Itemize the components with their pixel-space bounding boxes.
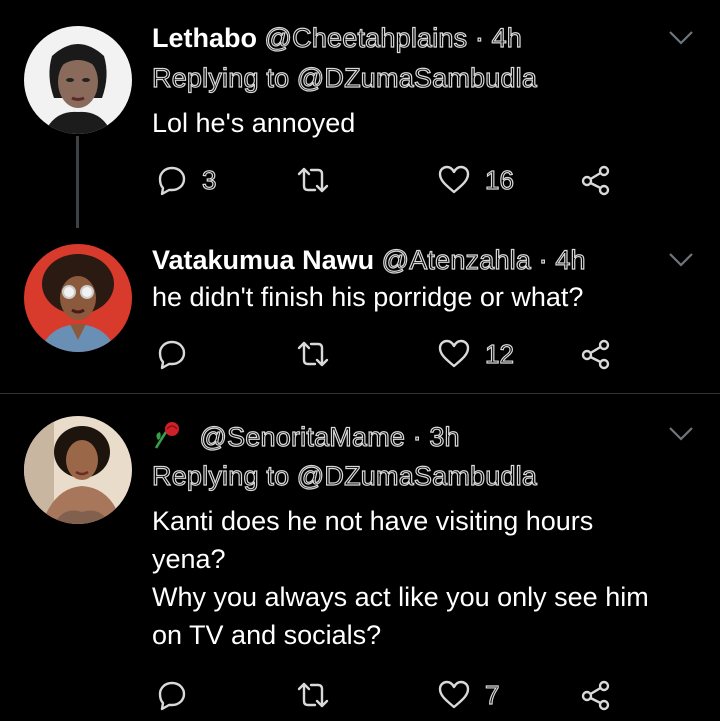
user-handle[interactable]: @Atenzahla bbox=[381, 244, 531, 275]
share-icon bbox=[581, 680, 610, 711]
share-icon bbox=[581, 165, 610, 196]
reply-count: 3 bbox=[201, 164, 217, 195]
heart-icon bbox=[438, 165, 470, 194]
tweet-actions: 3 16 bbox=[152, 160, 632, 200]
retweet-icon bbox=[297, 167, 329, 193]
tweet-header: Lethabo @Cheetahplains · 4h bbox=[152, 22, 522, 54]
tweet-time[interactable]: 4h bbox=[491, 22, 522, 53]
tweet-3[interactable]: @SenoritaMame · 3h Replying to @DZumaSam… bbox=[0, 394, 720, 721]
tweet-2[interactable]: Vatakumua Nawu @Atenzahla · 4h he didn't… bbox=[0, 230, 720, 393]
share-button[interactable] bbox=[580, 675, 612, 715]
reply-icon bbox=[158, 166, 186, 196]
replying-to-line: Replying to @DZumaSambudla bbox=[151, 62, 537, 94]
chevron-down-icon[interactable] bbox=[668, 252, 694, 268]
replying-to-line: Replying to @DZumaSambudla bbox=[151, 460, 537, 492]
separator-dot: · bbox=[474, 22, 485, 53]
tweet-header: Vatakumua Nawu @Atenzahla · 4h bbox=[152, 244, 586, 276]
retweet-button[interactable] bbox=[295, 675, 345, 715]
replying-label: Replying to bbox=[151, 62, 290, 93]
tweet-time[interactable]: 4h bbox=[555, 244, 586, 275]
tweet-actions: 7 bbox=[152, 675, 632, 715]
user-handle[interactable]: @SenoritaMame bbox=[199, 421, 406, 452]
chevron-down-icon[interactable] bbox=[668, 30, 694, 46]
retweet-icon bbox=[297, 341, 329, 367]
replying-to-handle[interactable]: @DZumaSambudla bbox=[296, 460, 537, 491]
display-name[interactable]: Lethabo bbox=[152, 23, 257, 53]
avatar-lethabo[interactable] bbox=[24, 26, 132, 134]
retweet-button[interactable] bbox=[295, 160, 345, 200]
reply-button[interactable]: 3 bbox=[156, 160, 217, 200]
retweet-button[interactable] bbox=[295, 334, 345, 374]
reply-icon bbox=[158, 340, 186, 370]
share-icon bbox=[581, 339, 610, 370]
reply-button[interactable] bbox=[156, 334, 202, 374]
tweet-text-line: on TV and socials? bbox=[152, 620, 382, 650]
like-count: 7 bbox=[484, 679, 500, 710]
tweet-header: @SenoritaMame · 3h bbox=[152, 420, 460, 457]
tweet-time[interactable]: 3h bbox=[429, 421, 460, 452]
avatar-image bbox=[24, 26, 132, 134]
share-button[interactable] bbox=[580, 334, 612, 374]
reply-button[interactable] bbox=[156, 675, 202, 715]
like-button[interactable]: 12 bbox=[437, 334, 515, 374]
avatar-vatakumua[interactable] bbox=[24, 244, 132, 352]
heart-icon bbox=[438, 680, 470, 709]
like-button[interactable]: 7 bbox=[437, 675, 500, 715]
tweet-text-line: Why you always act like you only see him bbox=[152, 582, 649, 612]
tweet-text: Lol he's annoyed bbox=[152, 108, 356, 138]
tweet-actions: 12 bbox=[152, 334, 632, 374]
tweet-text-line: Kanti does he not have visiting hours bbox=[152, 506, 594, 536]
reply-icon bbox=[158, 681, 186, 711]
rose-emoji-icon bbox=[152, 420, 184, 457]
tweet-1[interactable]: Lethabo @Cheetahplains · 4h Replying to … bbox=[0, 0, 720, 230]
separator-dot: · bbox=[412, 421, 422, 452]
chevron-down-icon[interactable] bbox=[668, 426, 694, 442]
heart-icon bbox=[438, 339, 470, 368]
tweet-text-line: yena? bbox=[152, 544, 226, 574]
avatar-senoritamame[interactable] bbox=[24, 416, 132, 524]
separator-dot: · bbox=[538, 244, 548, 275]
tweet-text: Kanti does he not have visiting hours ye… bbox=[152, 502, 712, 654]
retweet-icon bbox=[297, 682, 329, 708]
like-count: 16 bbox=[484, 164, 514, 195]
avatar-image bbox=[24, 244, 132, 352]
like-button[interactable]: 16 bbox=[437, 160, 515, 200]
tweet-thread: Lethabo @Cheetahplains · 4h Replying to … bbox=[0, 0, 720, 721]
like-count: 12 bbox=[484, 338, 514, 369]
share-button[interactable] bbox=[580, 160, 612, 200]
avatar-image bbox=[24, 416, 132, 524]
display-name[interactable]: Vatakumua Nawu bbox=[152, 245, 374, 275]
user-handle[interactable]: @Cheetahplains bbox=[264, 22, 468, 53]
replying-to-handle[interactable]: @DZumaSambudla bbox=[296, 62, 537, 93]
tweet-text: he didn't finish his porridge or what? bbox=[152, 282, 584, 312]
replying-label: Replying to bbox=[151, 460, 290, 491]
thread-connector-line bbox=[76, 136, 79, 228]
